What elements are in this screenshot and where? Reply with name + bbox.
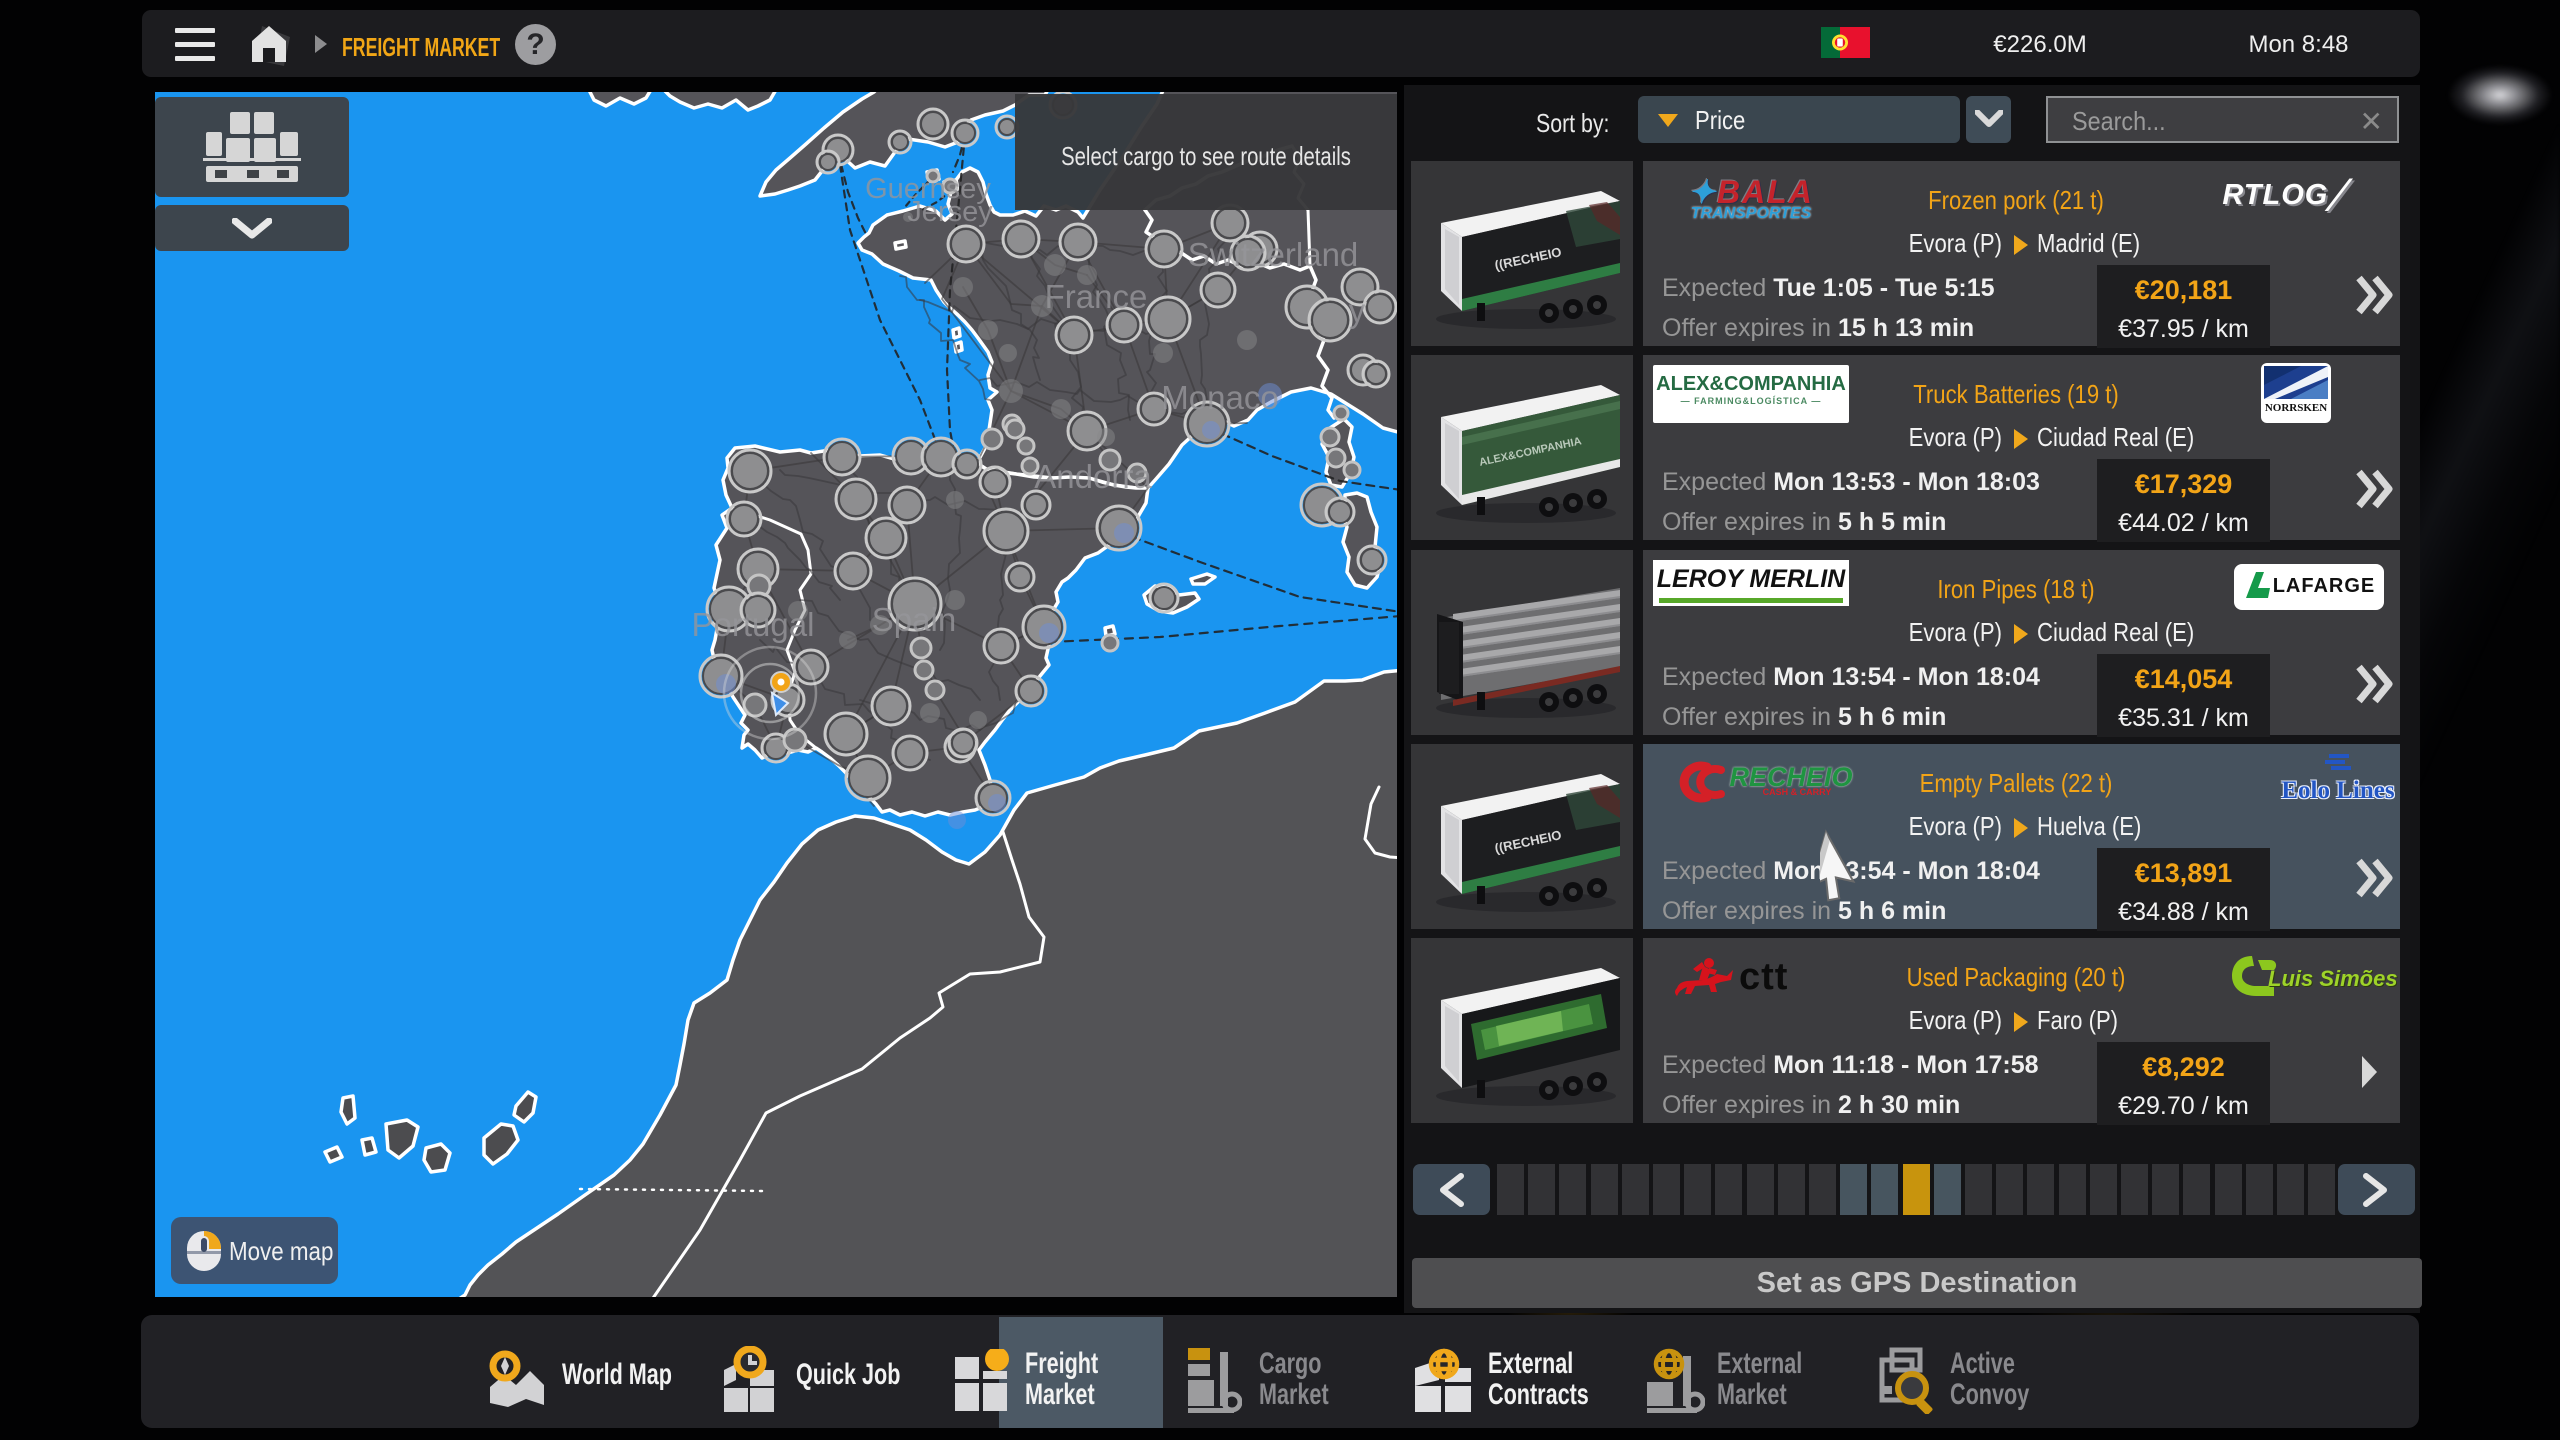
- svg-text:y: y: [1349, 292, 1366, 329]
- svg-text:Portugal: Portugal: [692, 606, 815, 643]
- svg-text:France: France: [1045, 278, 1148, 315]
- svg-text:Switzerland: Switzerland: [1188, 236, 1359, 273]
- svg-text:Jersey: Jersey: [907, 196, 993, 228]
- svg-text:Monaco: Monaco: [1161, 379, 1278, 416]
- svg-text:Spain: Spain: [872, 601, 956, 638]
- svg-text:Andorra: Andorra: [1034, 458, 1152, 495]
